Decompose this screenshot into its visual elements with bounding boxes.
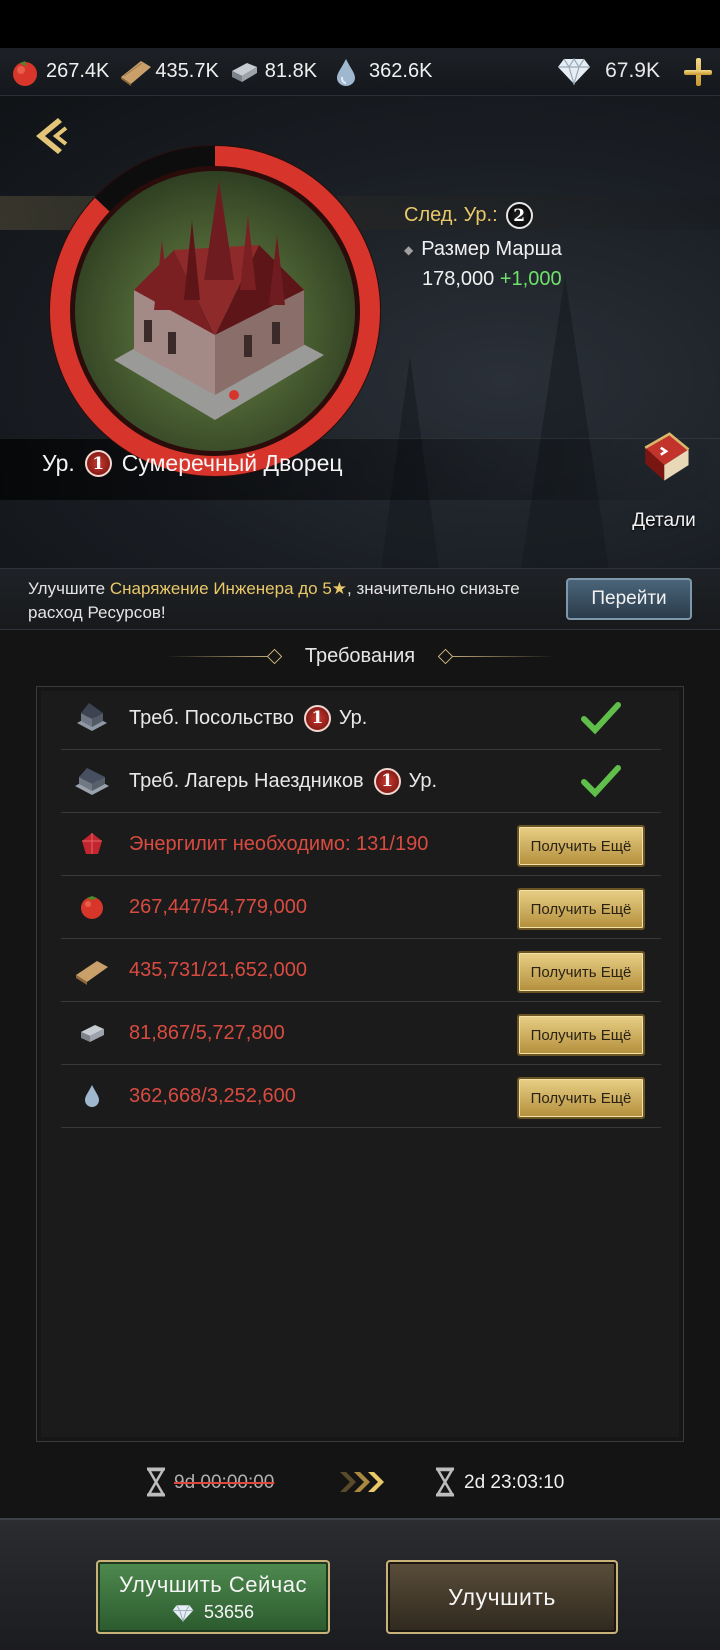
gems-amount: 67.9K xyxy=(605,59,660,82)
hourglass-icon xyxy=(146,1467,166,1497)
building-title: Ур. 1 Сумеречный Дворец xyxy=(42,450,343,477)
energy-crystal-icon xyxy=(73,825,111,863)
march-size-value: 178,000 +1,000 xyxy=(422,268,562,290)
tomato-icon xyxy=(10,57,40,87)
upgrade-timer: 9d 00:00:00 2d 23:03:10 xyxy=(0,1462,720,1502)
water-amount: 362.6K xyxy=(369,60,433,82)
divider-right xyxy=(445,655,556,657)
resource-bar: 267.4K 435.7K 81.8K 362.6K 67.9K xyxy=(0,48,720,96)
divider-left xyxy=(164,655,275,657)
original-time: 9d 00:00:00 xyxy=(174,1472,275,1493)
details-button[interactable]: Детали xyxy=(626,430,702,538)
building-hero: След. Ур.: 2 ◆ Размер Марша 178,000 +1,00… xyxy=(0,96,720,568)
tip-highlight: Снаряжение Инженера до 5★ xyxy=(109,579,348,598)
wood-resource[interactable]: 435.7K xyxy=(119,57,219,87)
diamond-icon xyxy=(172,1604,194,1622)
iron-amount: 81.8K xyxy=(264,60,318,82)
water-resource[interactable]: 362.6K xyxy=(333,57,432,87)
get-more-button[interactable]: Получить Ещё xyxy=(517,951,645,993)
go-button[interactable]: Перейти xyxy=(566,578,692,620)
get-more-button[interactable]: Получить Ещё xyxy=(517,1077,645,1119)
tomato-icon xyxy=(73,888,111,926)
requirement-row: Треб. Посольство 1 Ур. xyxy=(61,687,661,750)
march-size-label: ◆ Размер Марша xyxy=(404,238,562,260)
reduced-time: 2d 23:03:10 xyxy=(464,1472,565,1493)
upgrade-button[interactable]: Улучшить xyxy=(386,1560,618,1634)
get-more-button[interactable]: Получить Ещё xyxy=(517,1014,645,1056)
embassy-icon xyxy=(73,699,111,737)
requirements-header: Требования xyxy=(0,638,720,674)
speedup-arrows-icon xyxy=(340,1472,384,1492)
requirement-row: 267,447/54,779,000 Получить Ещё xyxy=(61,876,661,939)
add-gems-button[interactable] xyxy=(682,56,714,88)
hourglass-icon xyxy=(435,1467,455,1497)
gems-resource[interactable]: 67.9K xyxy=(557,57,660,85)
iron-ingot-icon xyxy=(229,57,259,87)
required-level-badge: 1 xyxy=(303,704,331,732)
iron-ingot-icon xyxy=(73,1014,111,1052)
get-more-button[interactable]: Получить Ещё xyxy=(517,888,645,930)
upgrade-tip-banner: Улучшите Снаряжение Инженера до 5★, знач… xyxy=(0,568,720,630)
march-size-increase: +1,000 xyxy=(499,268,562,290)
tip-text: Улучшите Снаряжение Инженера до 5★, знач… xyxy=(28,579,520,622)
get-more-button[interactable]: Получить Ещё xyxy=(517,825,645,867)
wood-planks-icon xyxy=(73,951,111,989)
requirement-row: 435,731/21,652,000 Получить Ещё xyxy=(61,939,661,1002)
food-amount: 267.4K xyxy=(46,60,110,82)
next-level-label: След. Ур.: 2 xyxy=(404,202,533,229)
wood-planks-icon xyxy=(119,57,152,87)
building-name: Сумеречный Дворец xyxy=(121,450,343,476)
upgrade-now-button[interactable]: Улучшить Сейчас 53656 xyxy=(96,1560,330,1634)
status-bar xyxy=(0,0,720,48)
requirement-row: 362,668/3,252,600 Получить Ещё xyxy=(61,1065,661,1128)
food-resource[interactable]: 267.4K xyxy=(10,57,109,87)
requirement-row: Энергилит необходимо: 131/190 Получить Е… xyxy=(61,813,661,876)
diamond-icon xyxy=(558,57,591,85)
requirement-row: Треб. Лагерь Наездников 1 Ур. xyxy=(61,750,661,813)
checkmark-icon xyxy=(581,702,621,735)
required-level-badge: 1 xyxy=(373,767,401,795)
bullet-icon: ◆ xyxy=(404,242,414,257)
requirement-row: 81,867/5,727,800 Получить Ещё xyxy=(61,1002,661,1065)
next-level-badge: 2 xyxy=(505,202,533,229)
book-icon xyxy=(644,432,690,481)
upgrade-now-cost: 53656 xyxy=(203,1602,255,1622)
checkmark-icon xyxy=(581,765,621,798)
bottom-action-bar: Улучшить Сейчас 53656 Улучшить xyxy=(0,1518,720,1650)
requirements-panel: Треб. Посольство 1 Ур. Треб. Лагерь Наез… xyxy=(36,686,684,1442)
water-drop-icon xyxy=(73,1077,111,1115)
rider-camp-icon xyxy=(73,762,111,800)
building-portrait xyxy=(44,140,386,482)
water-drop-icon xyxy=(333,57,363,87)
iron-resource[interactable]: 81.8K xyxy=(229,57,317,87)
wood-amount: 435.7K xyxy=(155,60,219,82)
building-level-badge: 1 xyxy=(84,450,112,477)
